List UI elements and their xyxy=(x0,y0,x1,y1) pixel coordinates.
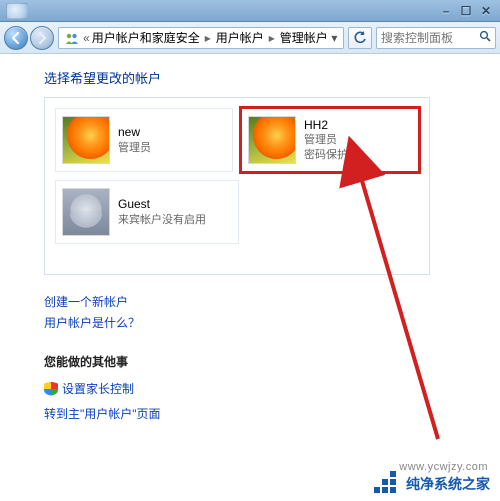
other-things-label: 您能做的其他事 xyxy=(44,353,474,370)
account-card-hh2[interactable]: HH2 管理员 密码保护 xyxy=(241,108,419,172)
account-role: 管理员 xyxy=(118,141,151,156)
link-parental-controls[interactable]: 设置家长控制 xyxy=(62,380,134,397)
refresh-button[interactable] xyxy=(348,27,372,49)
watermark: 纯净系统之家 xyxy=(374,473,490,495)
minimize-icon[interactable]: – xyxy=(436,2,456,20)
link-what-is-account[interactable]: 用户帐户是什么？ xyxy=(44,314,474,331)
avatar xyxy=(62,116,110,164)
breadcrumb-prefix: « xyxy=(83,31,90,45)
watermark-icon xyxy=(374,473,400,495)
account-role: 来宾帐户没有启用 xyxy=(118,213,206,228)
account-name: Guest xyxy=(118,196,206,212)
avatar xyxy=(248,116,296,164)
link-create-account[interactable]: 创建一个新帐户 xyxy=(44,293,474,310)
breadcrumb-seg-2[interactable]: 管理帐户 xyxy=(280,29,328,46)
breadcrumb: 用户帐户和家庭安全 ▸ 用户帐户 ▸ 管理帐户 xyxy=(92,29,328,46)
user-accounts-icon xyxy=(64,30,80,46)
window-titlebar: – ☐ ✕ xyxy=(0,0,500,22)
account-name: new xyxy=(118,124,151,140)
addressbar[interactable]: « 用户帐户和家庭安全 ▸ 用户帐户 ▸ 管理帐户 ▾ xyxy=(58,27,344,49)
page-heading: 选择希望更改的帐户 xyxy=(44,68,474,87)
address-dropdown-icon[interactable]: ▾ xyxy=(328,31,341,45)
maximize-icon[interactable]: ☐ xyxy=(456,2,476,20)
accounts-container: new 管理员 HH2 管理员 密码保护 Gue xyxy=(44,97,430,275)
app-icon xyxy=(6,3,28,19)
breadcrumb-seg-1[interactable]: 用户帐户 xyxy=(216,29,264,46)
breadcrumb-seg-0[interactable]: 用户帐户和家庭安全 xyxy=(92,29,200,46)
nav-back-button[interactable] xyxy=(4,26,28,50)
account-card-new[interactable]: new 管理员 xyxy=(55,108,233,172)
search-icon[interactable] xyxy=(477,30,493,45)
link-goto-main-accounts[interactable]: 转到主"用户帐户"页面 xyxy=(44,405,474,422)
navbar: « 用户帐户和家庭安全 ▸ 用户帐户 ▸ 管理帐户 ▾ xyxy=(0,22,500,54)
chevron-right-icon: ▸ xyxy=(205,31,211,45)
search-field[interactable] xyxy=(376,27,496,49)
account-name: HH2 xyxy=(304,117,348,133)
watermark-text: 纯净系统之家 xyxy=(406,474,490,494)
chevron-right-icon: ▸ xyxy=(269,31,275,45)
watermark-url: www.ycwjzy.com xyxy=(399,461,488,473)
shield-icon xyxy=(44,382,58,396)
close-icon[interactable]: ✕ xyxy=(476,2,496,20)
account-role: 管理员 xyxy=(304,133,348,148)
search-input[interactable] xyxy=(379,30,477,46)
account-card-guest[interactable]: Guest 来宾帐户没有启用 xyxy=(55,180,239,244)
nav-forward-button[interactable] xyxy=(30,26,54,50)
account-extra: 密码保护 xyxy=(304,148,348,163)
avatar xyxy=(62,188,110,236)
